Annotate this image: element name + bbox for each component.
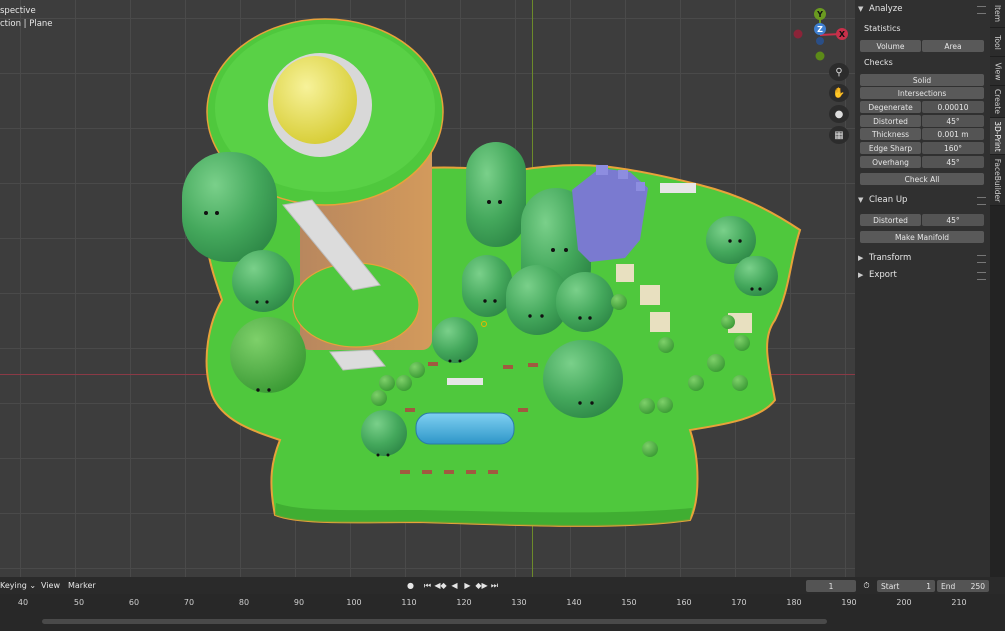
ruler-tick: 170 (731, 598, 747, 607)
collapse-arrow-icon: ▼ (858, 5, 864, 13)
drag-handle-icon[interactable] (977, 6, 986, 14)
statistics-label: Statistics (864, 24, 901, 33)
ruler-tick: 100 (346, 598, 362, 607)
navigation-gizmo[interactable]: Y X Z (790, 6, 850, 66)
solid-button[interactable]: Solid (860, 74, 984, 86)
area-button[interactable]: Area (922, 40, 984, 52)
keying-menu[interactable]: Keying ⌄ (0, 581, 36, 590)
next-keyframe-icon[interactable]: ◆▶ (475, 580, 487, 591)
cleanup-distorted-button[interactable]: Distorted (860, 214, 921, 226)
transform-panel-header[interactable]: ▶ Transform (858, 250, 911, 266)
gizmo-z-label: Z (817, 25, 823, 34)
drag-handle-icon[interactable] (977, 197, 986, 205)
ruler-tick: 60 (128, 598, 140, 607)
drag-handle-icon[interactable] (977, 272, 986, 280)
ruler-tick: 200 (896, 598, 912, 607)
checks-label: Checks (864, 58, 893, 67)
viewport-perspective-label: spective (0, 6, 36, 16)
intersections-button[interactable]: Intersections (860, 87, 984, 99)
tab-view[interactable]: View (990, 57, 1005, 86)
transform-title: Transform (869, 253, 912, 263)
ruler-tick: 40 (17, 598, 29, 607)
tab-create[interactable]: Create (990, 86, 1005, 118)
edge-sharp-button[interactable]: Edge Sharp (860, 142, 921, 154)
jump-end-icon[interactable]: ⏭ (489, 580, 500, 591)
stopwatch-icon[interactable]: ⏱ (861, 580, 872, 591)
start-value: 1 (926, 581, 931, 591)
end-frame-field[interactable]: End 250 (937, 580, 989, 592)
viewport-collection-label: ction | Plane (0, 19, 53, 29)
overhang-button[interactable]: Overhang (860, 156, 921, 168)
grid-icon[interactable]: ▦ (829, 126, 849, 144)
degenerate-button[interactable]: Degenerate (860, 101, 921, 113)
hand-pan-icon[interactable]: ✋ (829, 84, 849, 102)
drag-handle-icon[interactable] (977, 255, 986, 263)
play-reverse-icon[interactable]: ◀ (449, 580, 460, 591)
degenerate-value-field[interactable]: 0.00010 (922, 101, 984, 113)
record-icon[interactable]: ● (405, 580, 416, 591)
edge-sharp-value-field[interactable]: 160° (922, 142, 984, 154)
collapse-arrow-icon: ▼ (858, 196, 864, 204)
ruler-tick: 110 (401, 598, 417, 607)
thickness-button[interactable]: Thickness (860, 128, 921, 140)
jump-start-icon[interactable]: ⏮ (422, 580, 433, 591)
end-value: 250 (970, 581, 985, 591)
ruler-tick: 90 (293, 598, 305, 607)
analyze-panel-header[interactable]: ▼ Analyze (858, 1, 903, 17)
expand-arrow-icon: ▶ (858, 254, 864, 262)
gizmo-x-label: X (839, 30, 846, 39)
ruler-tick: 50 (73, 598, 85, 607)
end-label: End (941, 581, 956, 591)
thickness-value-field[interactable]: 0.001 m (922, 128, 984, 140)
overhang-value-field[interactable]: 45° (922, 156, 984, 168)
cleanup-distorted-value-field[interactable]: 45° (922, 214, 984, 226)
ruler-tick: 130 (511, 598, 527, 607)
distorted-button[interactable]: Distorted (860, 115, 921, 127)
prev-keyframe-icon[interactable]: ◀◆ (434, 580, 446, 591)
cleanup-title: Clean Up (869, 195, 908, 205)
ruler-tick: 80 (238, 598, 250, 607)
ruler-tick: 180 (786, 598, 802, 607)
tower-dome (273, 56, 357, 144)
pond (415, 412, 515, 445)
make-manifold-button[interactable]: Make Manifold (860, 231, 984, 243)
tab-facebuilder[interactable]: FaceBuilder (990, 155, 1005, 206)
ruler-tick: 150 (621, 598, 637, 607)
tab-tool[interactable]: Tool (990, 28, 1005, 57)
check-all-button[interactable]: Check All (860, 173, 984, 185)
distorted-value-field[interactable]: 45° (922, 115, 984, 127)
gizmo-y-label: Y (816, 10, 823, 19)
timeline-scrollbar[interactable] (42, 619, 827, 624)
ruler-tick: 210 (951, 598, 967, 607)
3d-viewport[interactable]: spective ction | Plane Y X Z ⚲ ✋ ● ▦ (0, 0, 990, 577)
ruler-tick: 70 (183, 598, 195, 607)
tab-item[interactable]: Item (990, 0, 1005, 28)
marker-menu[interactable]: Marker (68, 581, 96, 590)
expand-arrow-icon: ▶ (858, 271, 864, 279)
camera-icon[interactable]: ● (829, 105, 849, 123)
tab-3d-print[interactable]: 3D-Print (990, 118, 1005, 155)
cleanup-panel-header[interactable]: ▼ Clean Up (858, 192, 907, 208)
start-label: Start (881, 581, 900, 591)
ruler-tick: 120 (456, 598, 472, 607)
export-title: Export (869, 270, 897, 280)
play-icon[interactable]: ▶ (462, 580, 473, 591)
current-frame-field[interactable]: 1 (806, 580, 856, 592)
start-frame-field[interactable]: Start 1 (877, 580, 935, 592)
view-menu[interactable]: View (41, 581, 60, 590)
chevron-down-icon: ⌄ (29, 581, 37, 590)
volume-button[interactable]: Volume (860, 40, 921, 52)
zoom-icon[interactable]: ⚲ (829, 63, 849, 81)
analyze-title: Analyze (869, 4, 903, 14)
ruler-tick: 140 (566, 598, 582, 607)
ruler-tick: 160 (676, 598, 692, 607)
ruler-tick: 190 (841, 598, 857, 607)
export-panel-header[interactable]: ▶ Export (858, 267, 897, 283)
